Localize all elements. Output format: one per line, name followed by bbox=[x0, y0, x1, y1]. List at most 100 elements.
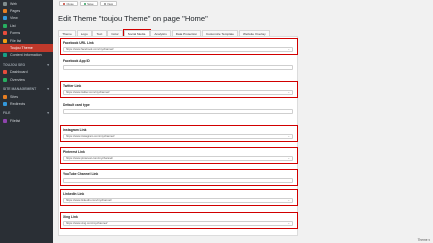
chevron-down-icon[interactable]: ⌄ bbox=[287, 157, 290, 161]
input-value: https://www.twitter.com/mychannel/ bbox=[66, 90, 110, 95]
sidebar-item-label: Forms bbox=[10, 31, 21, 36]
view-icon bbox=[3, 16, 7, 21]
page-title: Edit Theme "toujou Theme" on page "Home" bbox=[58, 14, 208, 23]
form-field-youtube-channel-link: YouTube Channel Link bbox=[60, 169, 298, 186]
view-button[interactable]: View bbox=[99, 1, 118, 6]
sidebar-section-label: FILE bbox=[3, 111, 11, 116]
sidebar-item-filelist[interactable]: Filelist bbox=[0, 117, 53, 124]
form-field-facebook-url-link: Facebook URL Link https://www.facebook.co… bbox=[60, 38, 298, 55]
sidebar-item-label: Overview bbox=[10, 77, 25, 82]
close-button[interactable]: Close bbox=[59, 1, 78, 6]
sidebar-item-label: View bbox=[10, 16, 18, 21]
sidebar-item-label: File list bbox=[10, 38, 22, 43]
sidebar-item-redirects[interactable]: Redirects bbox=[0, 100, 53, 107]
pages-icon bbox=[3, 9, 7, 14]
sidebar-item-view[interactable]: View bbox=[0, 15, 53, 22]
field-label: Twitter Link bbox=[63, 83, 82, 88]
form-field-instagram-link: Instagram Link https://www.instagram.com/… bbox=[60, 125, 298, 142]
sidebar-section-header[interactable]: SITE MANAGEMENT ▾ bbox=[0, 85, 53, 93]
main-content: Close Save View Edit Theme "toujou Theme… bbox=[53, 0, 433, 243]
footer: Theme ▾ bbox=[417, 238, 430, 242]
chevron-down-icon: ▾ bbox=[47, 87, 49, 92]
chevron-down-icon[interactable]: ⌄ bbox=[287, 135, 290, 139]
sidebar-item-label: Dashboard bbox=[10, 70, 28, 75]
redirects-icon bbox=[3, 101, 7, 106]
form-field-pinterest-link: Pinterest Link https://www.pinterest.com/… bbox=[60, 147, 298, 164]
sidebar-item-content-information[interactable]: Content Information bbox=[0, 52, 53, 59]
sidebar-item-toujou-theme[interactable]: Toujou Theme bbox=[0, 44, 53, 52]
sidebar-item-sites[interactable]: Sites bbox=[0, 93, 53, 100]
sidebar-item-file-list[interactable]: File list bbox=[0, 37, 53, 44]
field-label: Xing Link bbox=[63, 214, 78, 219]
sidebar-item-forms[interactable]: Forms bbox=[0, 30, 53, 37]
chevron-down-icon[interactable]: ⌄ bbox=[287, 91, 290, 95]
chevron-down-icon: ▾ bbox=[47, 111, 49, 116]
input-value: https://www.xing.com/mychannel/ bbox=[66, 221, 108, 226]
chevron-down-icon[interactable]: ⌄ bbox=[287, 48, 290, 52]
sidebar-section-header[interactable]: TOUJOU SEO ▾ bbox=[0, 61, 53, 69]
sidebar: Web Pages View List Forms File list Toujou The… bbox=[0, 0, 53, 243]
sidebar-item-pages[interactable]: Pages bbox=[0, 7, 53, 14]
field-label: Default card type bbox=[63, 102, 90, 107]
field-label: Instagram Link bbox=[63, 127, 87, 132]
save-button[interactable]: Save bbox=[79, 1, 98, 6]
sidebar-item-label: Redirects bbox=[10, 101, 26, 106]
sidebar-item-label: List bbox=[10, 23, 16, 28]
sidebar-item-dashboard[interactable]: Dashboard bbox=[0, 69, 53, 76]
sidebar-item-label: Pages bbox=[10, 9, 21, 14]
input-value: https://www.facebook.com/mychannel/ bbox=[66, 47, 114, 52]
form-panel: Facebook URL Link https://www.facebook.co… bbox=[58, 36, 298, 236]
youtube-channel-link-input[interactable] bbox=[63, 177, 293, 184]
facebook-app-id-input[interactable] bbox=[63, 64, 293, 71]
forms-icon bbox=[3, 31, 7, 36]
twitter-link-input[interactable]: https://www.twitter.com/mychannel/ ⌄ bbox=[63, 89, 293, 96]
file-list-icon bbox=[3, 38, 7, 43]
pinterest-link-input[interactable]: https://www.pinterest.com/mychannel/ ⌄ bbox=[63, 155, 293, 162]
field-label: Pinterest Link bbox=[63, 149, 85, 154]
toujou-theme-icon bbox=[3, 46, 7, 51]
sidebar-item-list[interactable]: List bbox=[0, 22, 53, 29]
form-field-xing-link: Xing Link https://www.xing.com/mychannel/… bbox=[60, 212, 298, 229]
eye-icon bbox=[103, 2, 106, 5]
help-icon[interactable]: ▾ bbox=[428, 238, 430, 242]
instagram-link-input[interactable]: https://www.instagram.com/mychannel/ ⌄ bbox=[63, 133, 293, 140]
sites-icon bbox=[3, 94, 7, 99]
input-value: https://www.linkedin.com/mychannel/ bbox=[66, 198, 112, 203]
chevron-down-icon[interactable]: ⌄ bbox=[287, 222, 290, 226]
input-value: https://www.pinterest.com/mychannel/ bbox=[66, 156, 113, 161]
xing-link-input[interactable]: https://www.xing.com/mychannel/ ⌄ bbox=[63, 220, 293, 227]
sidebar-item-label: Filelist bbox=[10, 118, 21, 123]
sidebar-item-label: Sites bbox=[10, 94, 18, 99]
form-field-linkedin-link: LinkedIn Link https://www.linkedin.com/my… bbox=[60, 189, 298, 206]
sidebar-section-label: SITE MANAGEMENT bbox=[3, 87, 37, 92]
dashboard-icon bbox=[3, 70, 7, 75]
chevron-down-icon: ▾ bbox=[47, 62, 49, 67]
field-label: Facebook URL Link bbox=[63, 40, 94, 45]
linkedin-link-input[interactable]: https://www.linkedin.com/mychannel/ ⌄ bbox=[63, 197, 293, 204]
form-field-twitter-link: Twitter Link https://www.twitter.com/mych… bbox=[60, 81, 298, 98]
sidebar-section-label: TOUJOU SEO bbox=[3, 62, 26, 67]
form-field-facebook-app-id: Facebook App ID bbox=[61, 57, 297, 72]
sidebar-item-web[interactable]: Web bbox=[0, 0, 53, 7]
sidebar-item-label: Web bbox=[10, 1, 18, 6]
field-label: YouTube Channel Link bbox=[63, 171, 99, 176]
web-icon bbox=[3, 1, 7, 6]
default-card-type-input[interactable] bbox=[63, 108, 293, 115]
toolbar: Close Save View bbox=[53, 0, 433, 7]
field-label: LinkedIn Link bbox=[63, 191, 85, 196]
sidebar-item-overview[interactable]: Overview bbox=[0, 76, 53, 83]
save-icon bbox=[83, 2, 86, 5]
chevron-down-icon[interactable]: ⌄ bbox=[287, 199, 290, 203]
input-value: https://www.instagram.com/mychannel/ bbox=[66, 134, 115, 139]
sidebar-section-header[interactable]: FILE ▾ bbox=[0, 110, 53, 118]
overview-icon bbox=[3, 77, 7, 82]
content-information-icon bbox=[3, 53, 7, 58]
sidebar-item-label: Toujou Theme bbox=[10, 46, 33, 51]
tab-bar: Theme Logo Text Color Social Media Analytics D… bbox=[58, 29, 270, 37]
facebook-url-link-input[interactable]: https://www.facebook.com/mychannel/ ⌄ bbox=[63, 46, 293, 53]
filelist-icon bbox=[3, 118, 7, 123]
sidebar-item-label: Content Information bbox=[10, 53, 42, 58]
form-field-default-card-type: Default card type bbox=[61, 101, 297, 116]
close-icon bbox=[63, 2, 65, 5]
list-icon bbox=[3, 23, 7, 28]
